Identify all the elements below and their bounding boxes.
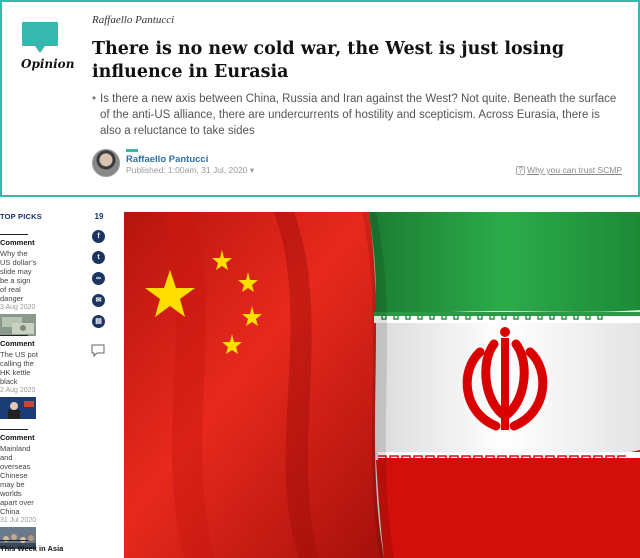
facebook-icon[interactable]: f xyxy=(92,230,105,243)
link-icon[interactable]: ∞ xyxy=(92,272,105,285)
published-date: Published: 1:00am, 31 Jul, 2020 ▾ xyxy=(126,165,254,176)
top-picks-sidebar: TOP PICKS xyxy=(0,212,42,221)
email-icon[interactable]: ✉ xyxy=(92,294,105,307)
article-title: There is no new cold war, the West is ju… xyxy=(92,39,565,82)
byline-accent-bar xyxy=(126,149,138,152)
china-flag xyxy=(124,212,394,558)
pick-category: Comment xyxy=(0,238,35,247)
pick-divider xyxy=(0,540,28,541)
pick-headline[interactable]: Mainland and overseas Chinese may be wor… xyxy=(0,444,38,516)
comment-icon[interactable] xyxy=(91,344,105,357)
press-photo-thumbnail[interactable] xyxy=(0,397,36,419)
top-pick-item[interactable]: Comment Mainland and overseas Chinese ma… xyxy=(0,429,38,554)
pick-category: This Week in Asia xyxy=(0,544,64,553)
pick-divider xyxy=(0,429,28,430)
pick-divider xyxy=(0,335,28,336)
share-bar: 19 f t ∞ ✉ ▤ xyxy=(88,212,110,357)
takbir-band-bottom xyxy=(378,452,640,464)
share-count: 19 xyxy=(94,212,104,221)
pick-category: Comment xyxy=(0,339,35,348)
speech-bubble-icon xyxy=(22,22,58,53)
opinion-header: Opinion Raffaello Pantucci There is no n… xyxy=(0,0,640,197)
opinion-label: Opinion xyxy=(21,57,75,71)
byline-author-link[interactable]: Raffaello Pantucci xyxy=(126,154,208,165)
print-icon[interactable]: ▤ xyxy=(92,315,105,328)
pick-date: 31 Jul 2020 xyxy=(0,517,37,524)
flags-illustration xyxy=(124,212,640,558)
avatar[interactable] xyxy=(92,149,120,177)
author-name-top[interactable]: Raffaello Pantucci xyxy=(92,14,174,26)
twitter-icon[interactable]: t xyxy=(92,251,105,264)
top-pick-item[interactable]: Comment The US pot calling the HK kettle… xyxy=(0,335,38,424)
opinion-badge xyxy=(19,22,67,54)
chevron-down-icon[interactable]: ▾ xyxy=(250,165,254,175)
takbir-band-top xyxy=(374,312,640,323)
top-picks-title: TOP PICKS xyxy=(0,212,42,221)
pick-headline[interactable]: Why the US dollar’s slide may be a sign … xyxy=(0,249,38,303)
dollar-bills-thumbnail[interactable] xyxy=(0,314,36,336)
pick-category: Comment xyxy=(0,433,35,442)
published-date-text: Published: 1:00am, 31 Jul, 2020 xyxy=(126,165,248,175)
hero-image-china-iran-flags[interactable] xyxy=(124,212,640,558)
trust-link-label: Why you can trust SCMP xyxy=(527,165,622,175)
pick-headline[interactable]: The US pot calling the HK kettle black xyxy=(0,350,38,386)
top-pick-item[interactable]: Comment Why the US dollar’s slide may be… xyxy=(0,234,38,341)
article-summary: Is there a new axis between China, Russi… xyxy=(92,91,622,139)
top-pick-item[interactable]: This Week in Asia xyxy=(0,540,64,553)
pick-divider xyxy=(0,234,28,235)
pick-date: 3 Aug 2020 xyxy=(0,304,36,311)
info-icon: ? xyxy=(516,166,526,175)
trust-link[interactable]: ? Why you can trust SCMP xyxy=(516,165,622,175)
byline: Raffaello Pantucci Published: 1:00am, 31… xyxy=(92,149,622,179)
pick-date: 2 Aug 2020 xyxy=(0,387,36,394)
